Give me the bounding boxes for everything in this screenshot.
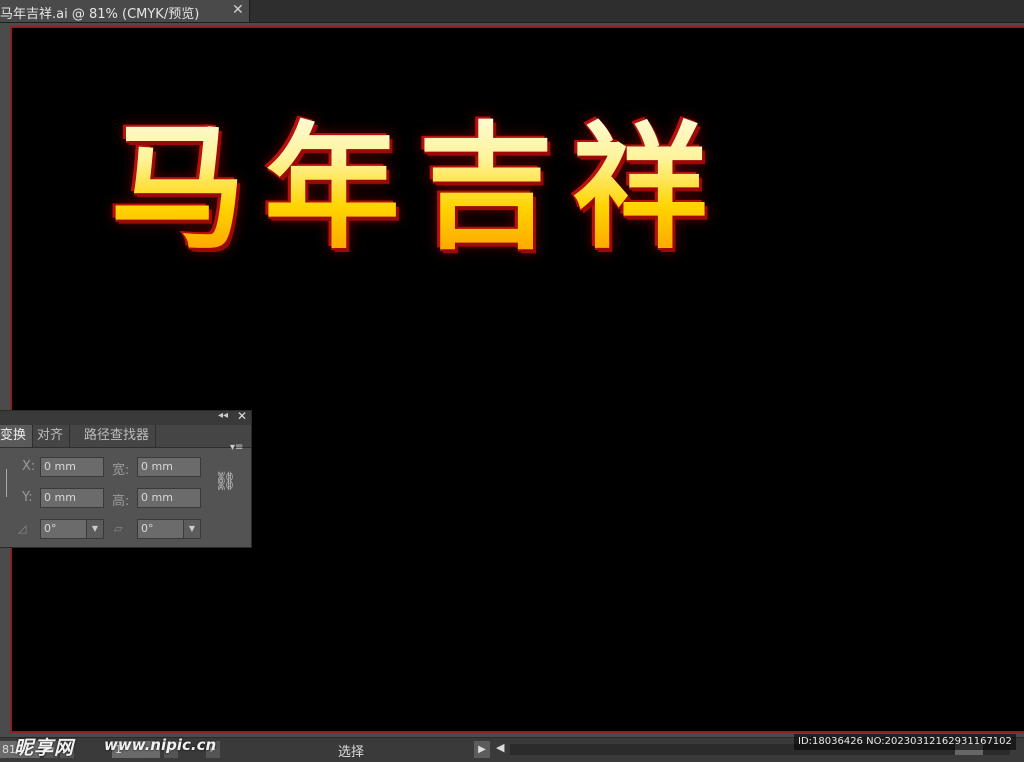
link-proportions-icon[interactable]: ⛓: [214, 471, 237, 492]
rotate-field[interactable]: 0° ▼: [40, 519, 104, 539]
x-label: X:: [22, 459, 36, 474]
watermark-url: www.nipic.cn: [104, 736, 217, 754]
tool-status-text[interactable]: 选择: [338, 741, 364, 760]
collapse-icon[interactable]: ◂◂: [218, 410, 228, 421]
rotate-icon: ◿: [18, 522, 27, 535]
artboard[interactable]: 马年吉祥: [12, 28, 1024, 731]
reference-point-icon[interactable]: [0, 469, 7, 497]
status-menu-button[interactable]: ▶: [474, 741, 490, 758]
chevron-down-icon[interactable]: ▼: [86, 520, 103, 538]
watermark-logo: 昵享网: [14, 737, 75, 759]
height-label: 高:: [112, 494, 130, 509]
canvas-workspace[interactable]: 马年吉祥: [0, 23, 1024, 737]
shear-icon: ▱: [114, 522, 123, 535]
y-field[interactable]: 0 mm: [40, 488, 104, 508]
transform-panel: ◂◂ ✕ 变换 对齐 路径查找器 ▾≡ X: 0 mm 宽: 0 mm Y: 0…: [0, 409, 252, 548]
x-field[interactable]: 0 mm: [40, 457, 104, 477]
scroll-left-icon[interactable]: ◀: [496, 741, 504, 754]
chevron-down-icon[interactable]: ▼: [183, 520, 200, 538]
artwork-title-graphic[interactable]: 马年吉祥: [64, 88, 774, 328]
y-label: Y:: [22, 490, 33, 505]
panel-menu-icon[interactable]: ▾≡: [230, 442, 243, 453]
panel-title-bar[interactable]: ◂◂ ✕: [0, 409, 251, 425]
close-icon[interactable]: ✕: [237, 409, 247, 423]
tab-pathfinder[interactable]: 路径查找器: [78, 425, 157, 447]
watermark-id: ID:18036426 NO:20230312162931167102: [794, 734, 1016, 750]
width-field[interactable]: 0 mm: [137, 457, 201, 477]
document-tab-bar: 马年吉祥.ai @ 81% (CMYK/预览) ✕: [0, 0, 1024, 23]
panel-tabs: 变换 对齐 路径查找器 ▾≡: [0, 425, 251, 453]
artwork-title-text: 马年吉祥: [110, 110, 726, 268]
tab-transform[interactable]: 变换: [0, 425, 34, 447]
document-tab-title: 马年吉祥.ai @ 81% (CMYK/预览): [0, 7, 200, 22]
tab-align[interactable]: 对齐: [31, 425, 71, 447]
shear-field[interactable]: 0° ▼: [137, 519, 201, 539]
document-tab[interactable]: 马年吉祥.ai @ 81% (CMYK/预览) ✕: [0, 0, 250, 22]
width-label: 宽:: [112, 463, 130, 478]
shear-value: 0°: [141, 522, 154, 535]
rotate-value: 0°: [44, 522, 57, 535]
close-tab-icon[interactable]: ✕: [232, 2, 244, 18]
height-field[interactable]: 0 mm: [137, 488, 201, 508]
